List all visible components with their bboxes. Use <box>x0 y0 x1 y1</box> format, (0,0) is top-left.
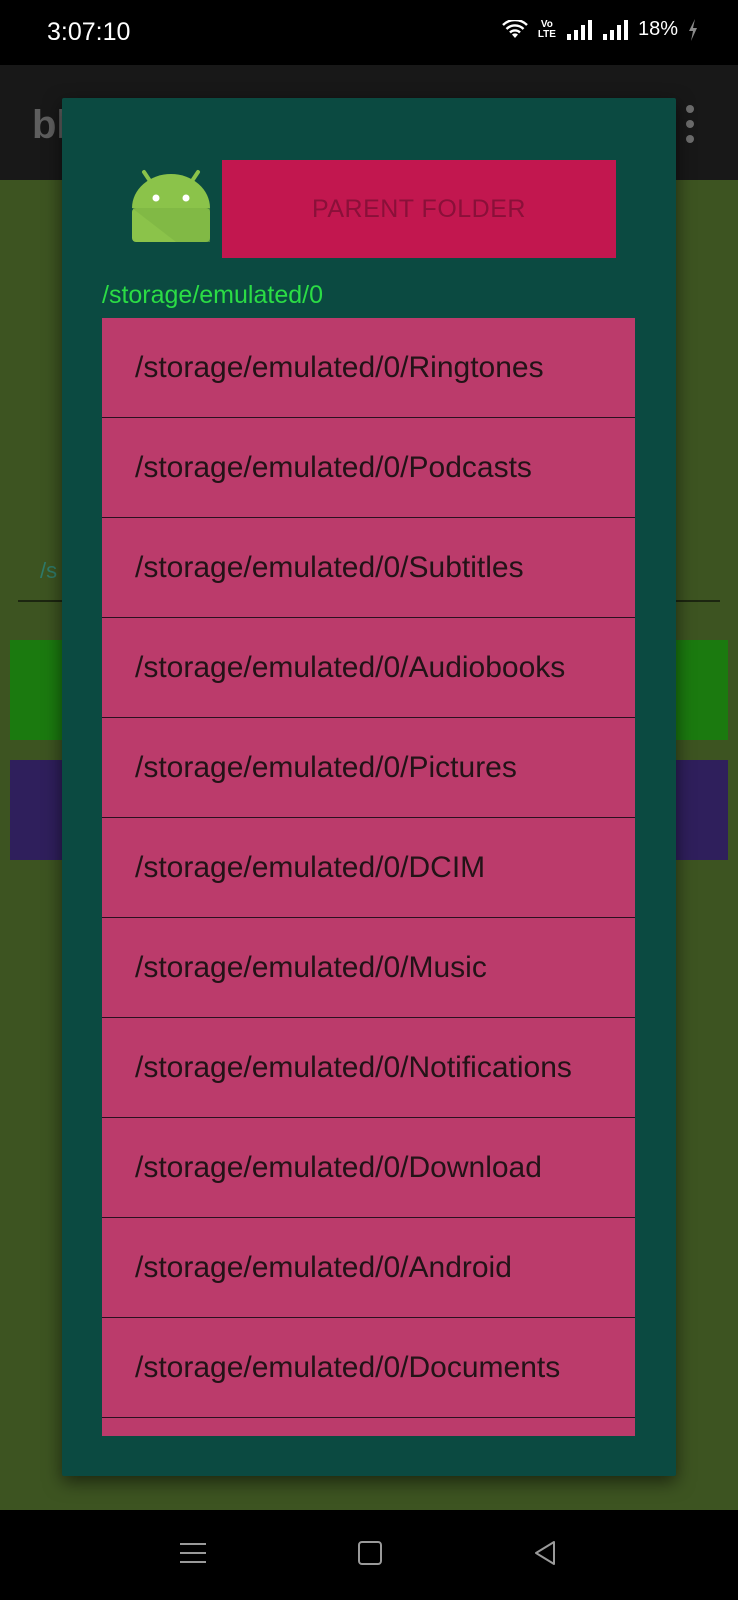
folder-item[interactable]: /storage/emulated/0/Notifications <box>102 1018 635 1118</box>
folder-list[interactable]: /storage/emulated/0/Ringtones /storage/e… <box>102 318 635 1436</box>
folder-item-label: /storage/emulated/0/Notifications <box>135 1050 572 1084</box>
menu-icon[interactable] <box>180 1540 206 1566</box>
folder-item[interactable] <box>102 1418 635 1436</box>
folder-item-label: /storage/emulated/0/Podcasts <box>135 450 532 484</box>
folder-picker-dialog: PARENT FOLDER /storage/emulated/0 /stora… <box>62 98 676 1476</box>
back-icon[interactable] <box>532 1540 558 1566</box>
folder-item[interactable]: /storage/emulated/0/Podcasts <box>102 418 635 518</box>
folder-item[interactable]: /storage/emulated/0/DCIM <box>102 818 635 918</box>
signal-icon <box>566 19 592 40</box>
folder-item-label: /storage/emulated/0/Music <box>135 950 487 984</box>
wifi-icon <box>501 19 528 38</box>
battery-percent: 18% <box>637 18 678 40</box>
current-path-label: /storage/emulated/0 <box>102 281 323 309</box>
status-bar: 3:07:10 Vo LTE 18% <box>0 0 738 65</box>
parent-folder-button[interactable]: PARENT FOLDER <box>222 160 616 258</box>
folder-item[interactable]: /storage/emulated/0/Music <box>102 918 635 1018</box>
folder-item[interactable]: /storage/emulated/0/Documents <box>102 1318 635 1418</box>
folder-item[interactable]: /storage/emulated/0/Pictures <box>102 718 635 818</box>
volte-line2: LTE <box>537 28 556 40</box>
signal-icon-2 <box>602 19 628 40</box>
status-icons: Vo LTE 18% <box>501 18 698 41</box>
folder-item-label: /storage/emulated/0/Download <box>135 1150 542 1184</box>
folder-item[interactable]: /storage/emulated/0/Download <box>102 1118 635 1218</box>
folder-item-label: /storage/emulated/0/Audiobooks <box>135 650 566 684</box>
folder-item-label: /storage/emulated/0/Android <box>135 1250 512 1284</box>
overflow-menu-icon[interactable] <box>686 105 696 150</box>
home-icon[interactable] <box>357 1540 383 1566</box>
android-icon <box>132 170 210 242</box>
folder-item-label: /storage/emulated/0/Pictures <box>135 750 517 784</box>
folder-item[interactable]: /storage/emulated/0/Android <box>102 1218 635 1318</box>
folder-item-label: /storage/emulated/0/Ringtones <box>135 350 544 384</box>
status-time: 3:07:10 <box>47 18 131 46</box>
folder-item[interactable]: /storage/emulated/0/Subtitles <box>102 518 635 618</box>
charging-icon <box>689 18 697 41</box>
app-path-field: /s <box>40 558 58 583</box>
folder-item[interactable]: /storage/emulated/0/Audiobooks <box>102 618 635 718</box>
navigation-bar <box>0 1510 738 1600</box>
folder-item[interactable]: /storage/emulated/0/Ringtones <box>102 318 635 418</box>
volte-icon: Vo LTE <box>537 18 556 40</box>
volte-line1: Vo <box>540 18 553 30</box>
folder-item-label: /storage/emulated/0/DCIM <box>135 850 486 884</box>
folder-item-label: /storage/emulated/0/Documents <box>135 1350 561 1384</box>
folder-item-label: /storage/emulated/0/Subtitles <box>135 550 524 584</box>
